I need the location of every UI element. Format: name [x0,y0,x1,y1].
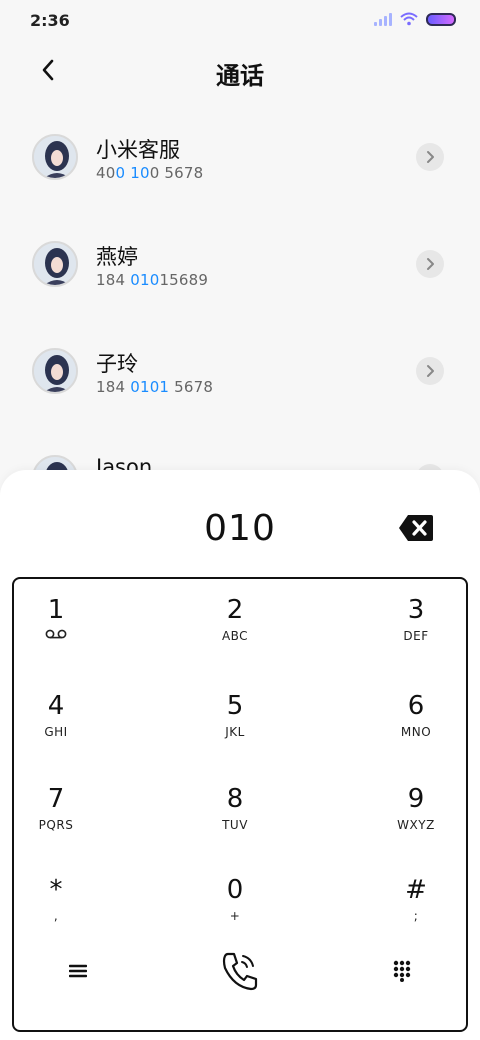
key-letters: MNO [400,725,432,739]
key-digit: * [49,875,63,905]
key-5[interactable]: 5 JKL [165,691,305,771]
key-letters: + [229,909,241,923]
phone-call-icon [222,952,258,991]
key-letters: , [53,909,59,923]
wifi-icon [400,12,418,26]
status-bar: 2:36 [0,0,480,40]
dialpad-icon [393,960,411,982]
contact-name: 燕婷 [96,245,138,269]
key-digit: 5 [226,691,244,721]
key-digit: 8 [226,784,244,814]
contact-detail-button[interactable] [416,250,444,278]
contact-row[interactable]: 子玲 184 0101 5678 [0,324,480,431]
avatar [32,241,78,287]
key-6[interactable]: 6 MNO [346,691,480,771]
status-icons [374,12,456,26]
contact-name: 子玲 [96,352,138,376]
chevron-right-icon [427,151,434,163]
key-digit: 0 [226,875,244,905]
key-digit: 1 [47,595,65,625]
key-digit: 4 [47,691,65,721]
call-button[interactable] [216,947,264,995]
key-letters: DEF [403,629,429,643]
signal-icon [374,12,392,26]
key-2[interactable]: 2 ABC [165,595,305,675]
key-letters: WXYZ [397,818,435,832]
key-digit: 7 [47,784,65,814]
menu-button[interactable] [58,949,98,993]
key-digit: 3 [407,595,425,625]
status-time: 2:36 [30,11,70,30]
header: 通话 [0,40,480,100]
contact-number: 184 0101 5678 [96,378,214,396]
contact-detail-button[interactable] [416,357,444,385]
contact-number: 184 01015689 [96,271,209,289]
menu-icon [69,964,87,978]
contact-detail-button[interactable] [416,143,444,171]
key-letters: TUV [222,818,248,832]
key-digit: # [405,875,427,905]
key-0[interactable]: 0 + [165,875,305,955]
key-9[interactable]: 9 WXYZ [346,784,480,864]
avatar [32,348,78,394]
key-letters: ABC [221,629,249,643]
contact-number: 400 100 5678 [96,164,204,182]
key-4[interactable]: 4 GHI [0,691,126,771]
key-letters: JKL [225,725,245,739]
dial-keypad: 1 2 ABC 3 DEF 4 GHI 5 JKL 6 MNO 7 PQRS 8… [12,577,468,1032]
key-1[interactable]: 1 [0,595,126,675]
key-7[interactable]: 7 PQRS [0,784,126,864]
avatar [32,134,78,180]
key-star[interactable]: * , [0,875,126,955]
key-digit: 6 [407,691,425,721]
battery-icon [426,12,456,26]
key-digit: 2 [226,595,244,625]
dialer-panel: 010 1 2 ABC 3 DEF 4 GHI 5 JKL 6 MNO 7 PQ… [0,470,480,1040]
contact-row[interactable]: 燕婷 184 01015689 [0,217,480,324]
key-digit: 9 [407,784,425,814]
key-letters: GHI [44,725,68,739]
key-letters: ; [413,909,419,923]
chevron-right-icon [427,365,434,377]
key-letters: PQRS [38,818,74,832]
contact-name: 小米客服 [96,138,180,162]
page-title: 通话 [216,62,264,90]
contact-row[interactable]: 小米客服 400 100 5678 [0,110,480,217]
voicemail-icon [45,629,67,639]
key-3[interactable]: 3 DEF [346,595,480,675]
chevron-right-icon [427,258,434,270]
key-hash[interactable]: # ; [346,875,480,955]
backspace-icon [399,515,433,541]
backspace-button[interactable] [398,514,434,542]
dialpad-toggle-button[interactable] [382,949,422,993]
key-8[interactable]: 8 TUV [165,784,305,864]
